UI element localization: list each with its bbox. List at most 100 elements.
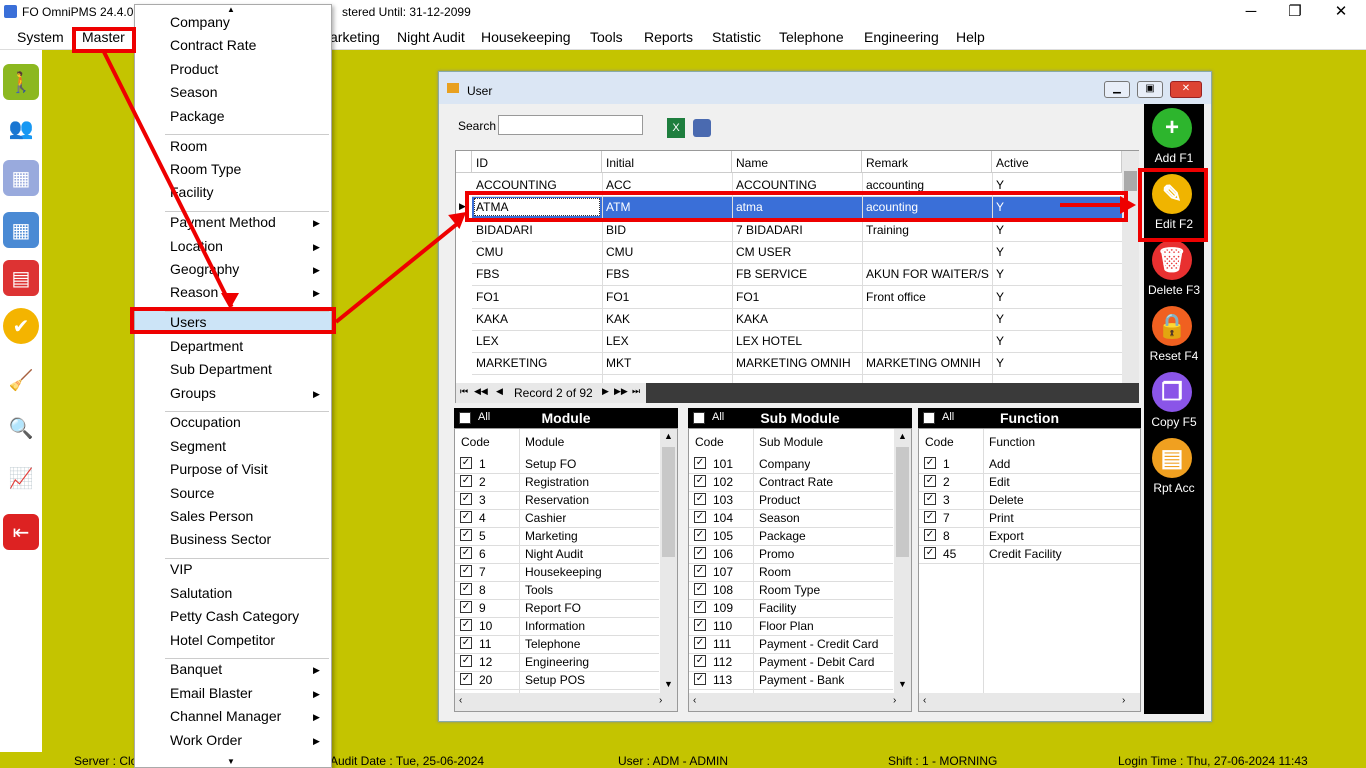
submodule-row-checkbox[interactable]: ✓ bbox=[694, 475, 706, 487]
floor-plan-icon[interactable]: ▦ bbox=[3, 160, 39, 196]
dropdown-item[interactable]: Product bbox=[170, 61, 218, 77]
user-cell[interactable]: Y bbox=[996, 178, 1120, 192]
user-cell[interactable]: CM USER bbox=[736, 245, 860, 259]
user-cell[interactable]: BID bbox=[606, 223, 730, 237]
submodule-row-checkbox[interactable]: ✓ bbox=[694, 583, 706, 595]
win-minimize-icon[interactable]: ▁ bbox=[1104, 81, 1130, 98]
scroll-left-icon[interactable]: ‹ bbox=[459, 695, 462, 706]
dropdown-item[interactable]: Channel Manager bbox=[170, 708, 281, 724]
dropdown-item[interactable]: Department bbox=[170, 338, 243, 354]
user-cell[interactable]: CMU bbox=[476, 245, 600, 259]
user-cell[interactable]: KAKA bbox=[736, 312, 860, 326]
action-button-icon[interactable]: + bbox=[1152, 108, 1192, 148]
dropdown-item[interactable]: Salutation bbox=[170, 585, 232, 601]
user-cell[interactable]: CMU bbox=[606, 245, 730, 259]
menu-engineering[interactable]: Engineering bbox=[864, 29, 939, 45]
dropdown-item[interactable]: Season bbox=[170, 84, 217, 100]
module-row-checkbox[interactable]: ✓ bbox=[460, 529, 472, 541]
user-cell[interactable]: MARKETING bbox=[476, 356, 600, 370]
dropdown-item[interactable]: Users bbox=[170, 314, 207, 330]
menu-system[interactable]: System bbox=[17, 29, 64, 45]
users-vscroll[interactable] bbox=[1122, 151, 1139, 383]
user-cell[interactable]: Y bbox=[996, 312, 1120, 326]
function-row-checkbox[interactable]: ✓ bbox=[924, 529, 936, 541]
dropdown-item[interactable]: Location bbox=[170, 238, 223, 254]
module-row-checkbox[interactable]: ✓ bbox=[460, 475, 472, 487]
col-id[interactable]: ID bbox=[472, 151, 602, 173]
dropdown-item[interactable]: Groups bbox=[170, 385, 216, 401]
dropdown-item[interactable]: Petty Cash Category bbox=[170, 608, 299, 624]
action-label[interactable]: Edit F2 bbox=[1144, 217, 1204, 231]
action-label[interactable]: Delete F3 bbox=[1144, 283, 1204, 297]
user-cell[interactable]: FB SERVICE bbox=[736, 267, 860, 281]
menu-night-audit[interactable]: Night Audit bbox=[397, 29, 465, 45]
dropdown-item[interactable]: Sales Person bbox=[170, 508, 253, 524]
minimize-icon[interactable]: ─ bbox=[1228, 2, 1274, 24]
module-row-checkbox[interactable]: ✓ bbox=[460, 493, 472, 505]
user-cell[interactable]: FBS bbox=[606, 267, 730, 281]
user-cell[interactable]: FO1 bbox=[736, 290, 860, 304]
dropdown-item[interactable]: Business Sector bbox=[170, 531, 271, 547]
nav-last-icon[interactable]: ⏭ bbox=[632, 386, 640, 397]
submodule-row-checkbox[interactable]: ✓ bbox=[694, 637, 706, 649]
user-cell[interactable]: 7 BIDADARI bbox=[736, 223, 860, 237]
action-label[interactable]: Add F1 bbox=[1144, 151, 1204, 165]
module-row-checkbox[interactable]: ✓ bbox=[460, 655, 472, 667]
dropdown-item[interactable]: Company bbox=[170, 14, 230, 30]
menu-housekeeping[interactable]: Housekeeping bbox=[481, 29, 571, 45]
user-cell[interactable]: accounting bbox=[866, 178, 990, 192]
function-row-checkbox[interactable]: ✓ bbox=[924, 475, 936, 487]
function-hscroll[interactable]: ‹ › bbox=[919, 693, 1140, 711]
user-cell[interactable]: KAK bbox=[606, 312, 730, 326]
user-cell[interactable]: Y bbox=[996, 267, 1120, 281]
users-vscroll-thumb[interactable] bbox=[1124, 171, 1137, 191]
module-row-checkbox[interactable]: ✓ bbox=[460, 601, 472, 613]
close-icon[interactable]: ✕ bbox=[1318, 2, 1364, 24]
user-cell[interactable]: BIDADARI bbox=[476, 223, 600, 237]
exit-icon[interactable]: ⇤ bbox=[3, 514, 39, 550]
submodule-row-checkbox[interactable]: ✓ bbox=[694, 547, 706, 559]
user-cell[interactable]: ATMA bbox=[476, 200, 600, 214]
user-cell[interactable]: LEX HOTEL bbox=[736, 334, 860, 348]
scroll-up-icon[interactable]: ▲ bbox=[227, 5, 235, 14]
scroll-down-icon[interactable]: ▼ bbox=[898, 679, 907, 689]
user-cell[interactable]: atma bbox=[736, 200, 860, 214]
walk-in-icon[interactable]: 🚶 bbox=[3, 64, 39, 100]
action-button-icon[interactable]: ✎ bbox=[1152, 174, 1192, 214]
module-row-checkbox[interactable]: ✓ bbox=[460, 583, 472, 595]
submodule-row-checkbox[interactable]: ✓ bbox=[694, 457, 706, 469]
dropdown-item[interactable]: Facility bbox=[170, 184, 214, 200]
submodule-row-checkbox[interactable]: ✓ bbox=[694, 673, 706, 685]
scroll-left-icon[interactable]: ‹ bbox=[693, 695, 696, 706]
scroll-right-icon[interactable]: › bbox=[659, 695, 662, 706]
action-button-icon[interactable]: ▤ bbox=[1152, 438, 1192, 478]
user-cell[interactable]: MARKETING OMNIH bbox=[736, 356, 860, 370]
analytics-search-icon[interactable]: 🔍 bbox=[3, 410, 39, 446]
user-cell[interactable]: LEX bbox=[606, 334, 730, 348]
user-cell[interactable]: LEX bbox=[476, 334, 600, 348]
module-row-checkbox[interactable]: ✓ bbox=[460, 457, 472, 469]
user-cell[interactable]: Training bbox=[866, 223, 990, 237]
dropdown-item[interactable]: Occupation bbox=[170, 414, 241, 430]
menu-statistic[interactable]: Statistic bbox=[712, 29, 761, 45]
function-row-checkbox[interactable]: ✓ bbox=[924, 547, 936, 559]
user-cell[interactable]: Y bbox=[996, 245, 1120, 259]
user-cell[interactable]: ACC bbox=[606, 178, 730, 192]
user-cell[interactable]: acounting bbox=[866, 200, 990, 214]
dropdown-item[interactable]: Geography bbox=[170, 261, 239, 277]
menu-marketing[interactable]: arketing bbox=[330, 29, 380, 45]
dropdown-item[interactable]: Hotel Competitor bbox=[170, 632, 275, 648]
calendar-icon[interactable]: ▤ bbox=[3, 260, 39, 296]
dropdown-item[interactable]: Reason bbox=[170, 284, 218, 300]
module-row-checkbox[interactable]: ✓ bbox=[460, 547, 472, 559]
action-label[interactable]: Reset F4 bbox=[1144, 349, 1204, 363]
nav-first-icon[interactable]: ⏮ bbox=[460, 386, 468, 397]
nav-next-icon[interactable]: ▶ bbox=[602, 386, 609, 397]
function-row-checkbox[interactable]: ✓ bbox=[924, 457, 936, 469]
user-cell[interactable]: Y bbox=[996, 290, 1120, 304]
module-vscroll-thumb[interactable] bbox=[662, 447, 675, 557]
scroll-up-icon[interactable]: ▲ bbox=[664, 431, 673, 441]
dropdown-item[interactable]: Banquet bbox=[170, 661, 222, 677]
dropdown-item[interactable]: Email Blaster bbox=[170, 685, 252, 701]
user-cell[interactable]: Y bbox=[996, 223, 1120, 237]
